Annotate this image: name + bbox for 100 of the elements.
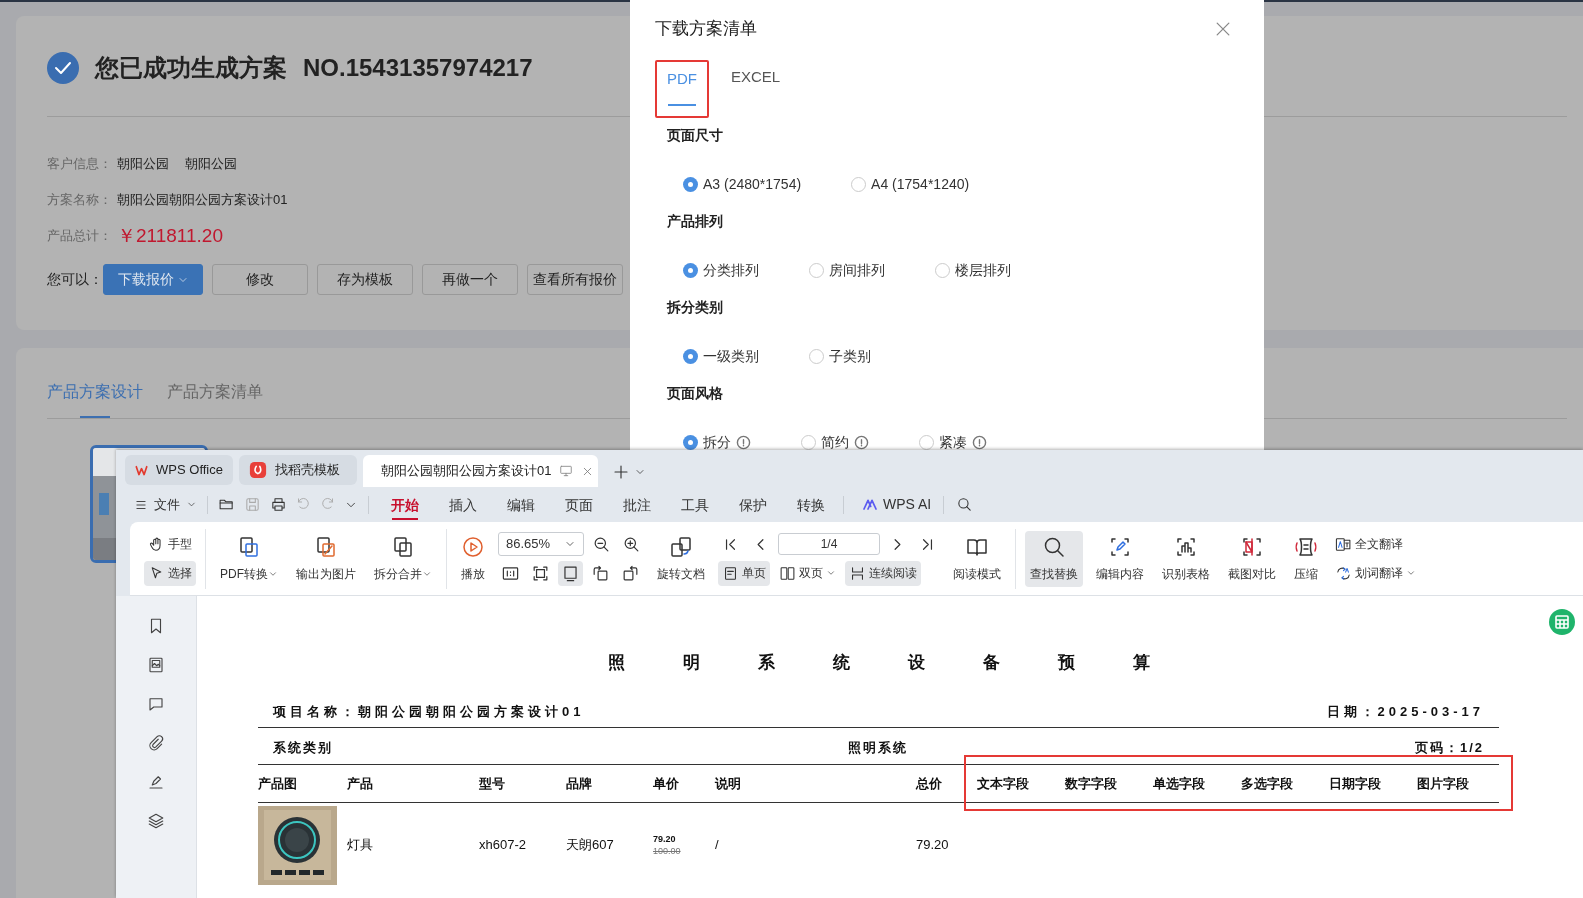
radio-label: 一级类别	[703, 346, 759, 366]
radio-label: 房间排列	[829, 260, 885, 280]
single-page-icon	[722, 564, 739, 582]
rotate-left-icon	[591, 563, 610, 583]
toolbar-button[interactable]: PDF转换	[215, 530, 283, 587]
file-menu[interactable]: 文件	[134, 494, 197, 515]
action-button[interactable]: 再做一个	[422, 264, 518, 295]
original-price: 100.00	[653, 845, 682, 857]
ribbon-tab[interactable]: 编辑	[507, 489, 535, 520]
radio[interactable]	[683, 348, 698, 364]
continuous-pages-icon	[849, 564, 866, 582]
toolbar-button[interactable]: 拆分合并	[369, 530, 437, 587]
radio-label: A3 (2480*1754)	[703, 174, 802, 194]
zoom-select[interactable]: 86.65%	[498, 532, 584, 556]
paperclip-icon	[147, 734, 165, 752]
section-title: 页面尺寸	[667, 126, 724, 145]
radio[interactable]	[683, 262, 698, 278]
section-title: 拆分类别	[667, 298, 724, 317]
radio-label: A4 (1754*1240)	[871, 174, 970, 194]
toolbar-button[interactable]: 选择	[144, 560, 196, 586]
action-button[interactable]: 修改	[212, 264, 308, 295]
dialog-title: 下载方案清单	[655, 18, 757, 40]
save-icon	[244, 496, 261, 513]
action-button[interactable]: 下载报价	[103, 264, 203, 295]
radio[interactable]	[935, 262, 950, 278]
file-convert-icon	[237, 534, 261, 559]
toolbar-button[interactable]: 识别表格	[1157, 530, 1215, 587]
comment-icon	[147, 695, 165, 713]
info-label: 产品总计：	[47, 227, 113, 246]
toolbar-button[interactable]: 双页	[775, 560, 840, 586]
category-label: 系统类别	[273, 739, 334, 757]
toolbar-button[interactable]: 全文翻译	[1331, 531, 1407, 557]
column-header: 单价	[653, 774, 680, 793]
document-title: 照明系统设备预算	[606, 652, 1209, 674]
radio[interactable]	[809, 262, 824, 278]
toolbar-button[interactable]: 输出为图片	[291, 530, 361, 587]
table-cell-text: 79.20	[916, 836, 950, 855]
table-cell-text: 灯具	[347, 836, 374, 855]
ribbon-tab[interactable]: 保护	[739, 489, 767, 520]
info-value: 朝阳公园朝阳公园方案设计01	[117, 191, 288, 210]
toolbar-button[interactable]: 划词翻译	[1331, 560, 1420, 586]
ai-button[interactable]: WPS AI	[862, 494, 932, 515]
image-icon	[147, 656, 165, 674]
action-button[interactable]: 存为模板	[317, 264, 413, 295]
category-value: 照明系统	[847, 739, 910, 757]
radio-label: 简约	[821, 432, 849, 452]
column-header: 品牌	[566, 774, 593, 793]
toolbar-button[interactable]: 阅读模式	[948, 530, 1006, 587]
radio[interactable]	[683, 434, 698, 450]
radio[interactable]	[683, 176, 698, 192]
page-number: 页码：1/2	[1413, 739, 1484, 757]
ribbon-tab[interactable]: 页面	[565, 489, 593, 520]
monitor-icon	[559, 464, 574, 478]
toolbar-icon-button[interactable]	[558, 560, 583, 586]
format-tab[interactable]: EXCEL	[731, 59, 781, 104]
toolbar-button[interactable]: 查找替换	[1025, 530, 1083, 587]
toolbar-button[interactable]: 播放	[456, 530, 490, 587]
table-cell-text: /	[715, 836, 720, 855]
info-label: 客户信息：	[47, 155, 113, 174]
table-cell-text: 天朗607	[566, 836, 615, 855]
success-title: 您已成功生成方案	[95, 53, 287, 83]
toolbar-button[interactable]: 单页	[718, 560, 770, 586]
radio-label: 子类别	[829, 346, 871, 366]
split-merge-icon	[391, 534, 415, 559]
column-header: 数字字段	[1065, 774, 1118, 793]
radio[interactable]	[809, 348, 824, 364]
layers-icon	[147, 812, 165, 830]
ribbon-tab[interactable]: 插入	[449, 489, 477, 520]
radio[interactable]	[919, 434, 934, 450]
ribbon-tab[interactable]: 批注	[623, 489, 651, 520]
rotate-right-icon	[621, 563, 640, 583]
ribbon-tab[interactable]: 开始	[391, 489, 419, 520]
play-icon	[461, 534, 485, 559]
window-tab[interactable]: 朝阳公园朝阳公园方案设计01	[363, 455, 598, 487]
grid-icon	[1555, 615, 1569, 629]
ribbon-tab[interactable]: 工具	[681, 489, 709, 520]
check-icon	[47, 52, 79, 84]
toolbar-button[interactable]: 截图对比	[1223, 530, 1281, 587]
column-header: 图片字段	[1417, 774, 1470, 793]
toolbar-button[interactable]: 旋转文档	[652, 530, 710, 587]
search-icon	[956, 496, 974, 513]
project-name: 项目名称：朝阳公园朝阳公园方案设计01	[273, 702, 585, 721]
toolbar-button[interactable]: 压缩	[1289, 530, 1323, 587]
window-tab[interactable]: WPS Office	[125, 455, 233, 485]
rotate-document-icon	[669, 534, 693, 559]
window-tab[interactable]: 找稻壳模板	[239, 455, 357, 485]
radio[interactable]	[801, 434, 816, 450]
toolbar-button[interactable]: 编辑内容	[1091, 530, 1149, 587]
page-field[interactable]: 1/4	[778, 533, 880, 555]
radio[interactable]	[851, 176, 867, 192]
toolbar-button[interactable]: 连续阅读	[845, 560, 921, 586]
undo-icon	[296, 497, 311, 512]
column-header: 型号	[479, 774, 506, 793]
toolbar-button[interactable]: 手型	[144, 531, 196, 557]
translate-word-icon	[1335, 564, 1352, 582]
plan-number: NO.15431357974217	[303, 53, 533, 83]
section-title: 页面风格	[667, 384, 724, 403]
info-value: 朝阳公园	[117, 155, 169, 174]
ribbon-tab[interactable]: 转换	[797, 489, 825, 520]
action-button[interactable]: 查看所有报价	[527, 264, 623, 295]
